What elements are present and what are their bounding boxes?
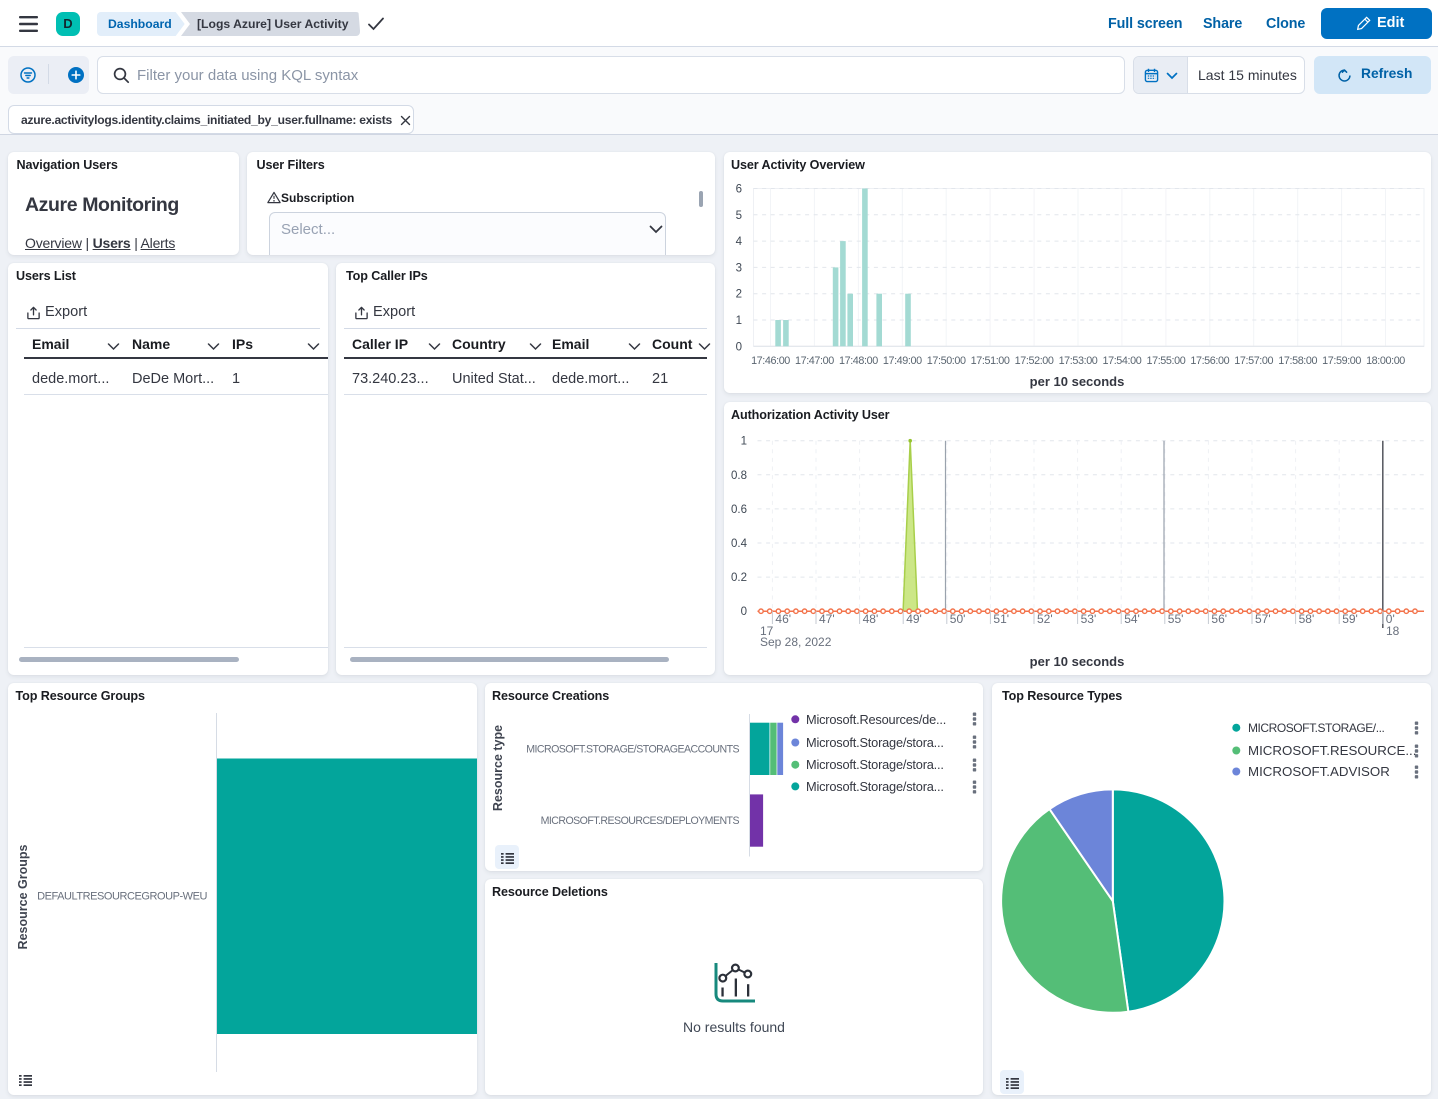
svg-text:DEFAULTRESOURCEGROUP-WEU: DEFAULTRESOURCEGROUP-WEU	[37, 891, 207, 903]
svg-text:MICROSOFT.STORAGE/...: MICROSOFT.STORAGE/...	[1248, 721, 1384, 735]
svg-text:17:51:00: 17:51:00	[971, 355, 1010, 367]
svg-text:17:47:00: 17:47:00	[795, 355, 834, 367]
svg-text:1: 1	[741, 436, 747, 448]
svg-text:50': 50'	[950, 612, 966, 626]
svg-text:17:56:00: 17:56:00	[1190, 355, 1229, 367]
svg-text:17:59:00: 17:59:00	[1322, 355, 1361, 367]
svg-text:56': 56'	[1211, 612, 1227, 626]
svg-text:Microsoft.Storage/stora...: Microsoft.Storage/stora...	[806, 735, 944, 750]
svg-text:17:58:00: 17:58:00	[1278, 355, 1317, 367]
svg-text:MICROSOFT.STORAGE/STORAGEACCOU: MICROSOFT.STORAGE/STORAGEACCOUNTS	[526, 744, 739, 756]
svg-text:54': 54'	[1124, 612, 1140, 626]
svg-text:0.6: 0.6	[731, 504, 747, 516]
svg-text:0.4: 0.4	[731, 538, 748, 550]
svg-text:Sep 28, 2022: Sep 28, 2022	[760, 635, 832, 649]
svg-text:57': 57'	[1255, 612, 1271, 626]
svg-text:55': 55'	[1168, 612, 1184, 626]
svg-text:47': 47'	[819, 612, 835, 626]
svg-text:48': 48'	[863, 612, 879, 626]
svg-text:17:50:00: 17:50:00	[927, 355, 966, 367]
svg-text:Microsoft.Storage/stora...: Microsoft.Storage/stora...	[806, 757, 944, 772]
svg-text:53': 53'	[1081, 612, 1097, 626]
svg-text:2: 2	[736, 289, 742, 301]
svg-text:4: 4	[736, 236, 743, 248]
svg-text:0: 0	[736, 341, 742, 353]
svg-text:3: 3	[736, 262, 742, 274]
svg-text:per 10 seconds: per 10 seconds	[1030, 654, 1125, 669]
svg-text:5: 5	[736, 210, 742, 222]
svg-text:Resource type: Resource type	[491, 725, 505, 811]
svg-text:17:57:00: 17:57:00	[1234, 355, 1273, 367]
svg-text:17:53:00: 17:53:00	[1059, 355, 1098, 367]
svg-text:17:49:00: 17:49:00	[883, 355, 922, 367]
svg-text:1: 1	[736, 315, 742, 327]
svg-text:18:00:00: 18:00:00	[1366, 355, 1405, 367]
svg-text:59': 59'	[1342, 612, 1358, 626]
svg-text:46': 46'	[775, 612, 791, 626]
svg-text:0: 0	[741, 606, 747, 618]
svg-text:0.2: 0.2	[731, 572, 747, 584]
svg-text:18: 18	[1386, 624, 1400, 638]
svg-text:MICROSOFT.ADVISOR: MICROSOFT.ADVISOR	[1248, 764, 1390, 779]
svg-text:Microsoft.Resources/de...: Microsoft.Resources/de...	[806, 712, 946, 727]
svg-text:17:54:00: 17:54:00	[1102, 355, 1141, 367]
svg-text:MICROSOFT.RESOURCES/DEPLOYMENT: MICROSOFT.RESOURCES/DEPLOYMENTS	[541, 815, 740, 827]
svg-text:MICROSOFT.RESOURCE...: MICROSOFT.RESOURCE...	[1248, 743, 1416, 758]
svg-text:52': 52'	[1037, 612, 1053, 626]
svg-text:17:52:00: 17:52:00	[1015, 355, 1054, 367]
svg-text:58': 58'	[1299, 612, 1315, 626]
svg-text:17:55:00: 17:55:00	[1146, 355, 1185, 367]
svg-text:17:46:00: 17:46:00	[751, 355, 790, 367]
svg-text:Microsoft.Storage/stora...: Microsoft.Storage/stora...	[806, 779, 944, 794]
svg-text:17:48:00: 17:48:00	[839, 355, 878, 367]
svg-text:Resource Groups: Resource Groups	[16, 845, 30, 950]
svg-text:51': 51'	[993, 612, 1009, 626]
svg-text:6: 6	[736, 184, 742, 196]
svg-text:49': 49'	[906, 612, 922, 626]
svg-text:per 10 seconds: per 10 seconds	[1030, 374, 1125, 389]
svg-text:0.8: 0.8	[731, 470, 747, 482]
